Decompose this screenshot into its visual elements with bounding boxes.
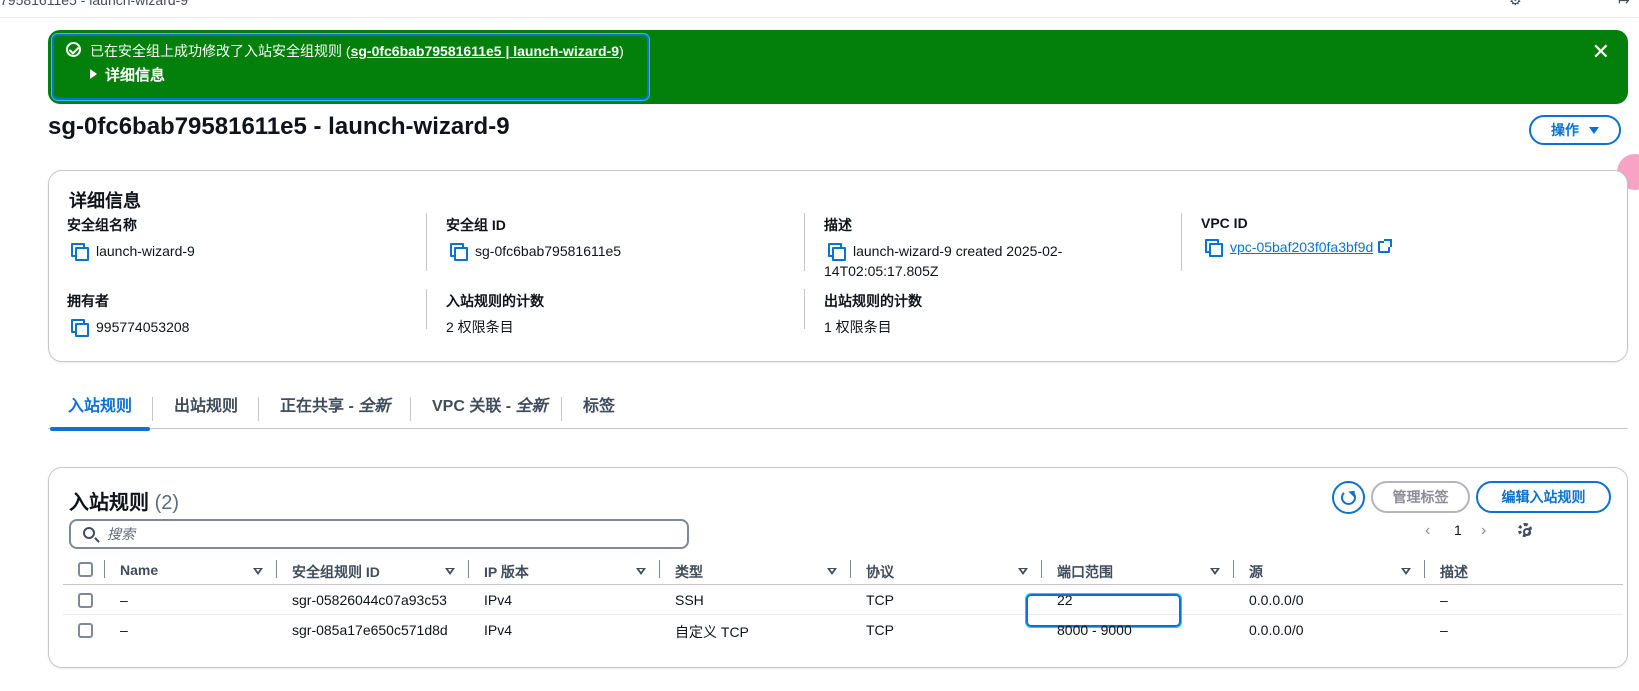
cell-ip-version: IPv4 [484,592,513,608]
cell-type: SSH [675,592,704,608]
caret-down-icon [1589,127,1599,134]
search-icon [83,527,95,539]
sort-icon[interactable] [445,568,455,575]
row-checkbox[interactable] [78,623,93,638]
rules-heading: 入站规则 (2) [69,492,180,514]
sort-icon[interactable] [827,568,837,575]
cell-rule-id: sgr-085a17e650c571d8d [292,622,448,638]
tab-outbound-rules[interactable]: 出站规则 [174,386,238,429]
col-header-protocol[interactable]: 协议 [866,562,894,582]
cell-rule-id: sgr-05826044c07a93c53 [292,592,447,608]
chevron-right-icon[interactable]: › [1481,522,1486,540]
tab-vpc-associations[interactable]: VPC 关联 - 全新 [432,386,548,429]
col-header-description[interactable]: 描述 [1440,562,1468,582]
col-header-port-range[interactable]: 端口范围 [1057,562,1113,582]
col-header-rule-id[interactable]: 安全组规则 ID [292,562,380,582]
select-all-checkbox[interactable] [78,562,93,577]
refresh-icon [1341,490,1356,505]
inbound-rules-card: 入站规则 (2) 管理标签 编辑入站规则 ‹ 1 › Name 安全组规则 ID… [48,467,1628,668]
page-number[interactable]: 1 [1454,522,1462,538]
field-description: 描述 launch-wizard-9 created 2025-02-14T02… [824,217,1063,279]
col-header-name[interactable]: Name [120,562,158,578]
chevron-left-icon[interactable]: ‹ [1425,522,1430,540]
cell-protocol: TCP [866,622,894,638]
field-group-id: 安全组 ID sg-0fc6bab79581611e5 [446,217,622,261]
sign-out-icon[interactable]: ↦ [1618,0,1630,9]
close-icon[interactable]: ✕ [1592,41,1610,63]
cell-name: – [120,622,128,638]
vpc-id-link[interactable]: vpc-05baf203f0fa3bf9d [1230,239,1373,255]
col-header-type[interactable]: 类型 [675,562,703,582]
field-inbound-count: 入站规则的计数 2 权限条目 [446,293,544,335]
sort-icon[interactable] [253,568,263,575]
refresh-button[interactable] [1332,481,1365,514]
details-card: 详细信息 安全组名称 launch-wizard-9 安全组 ID sg-0fc… [48,170,1628,362]
col-header-source[interactable]: 源 [1249,562,1263,582]
success-check-icon [66,42,81,57]
tab-inbound-rules[interactable]: 入站规则 [49,386,151,431]
col-header-ip-version[interactable]: IP 版本 [484,562,529,582]
field-vpc-id: VPC ID vpc-05baf203f0fa3bf9d [1201,215,1561,257]
top-bar: 79581611e5 - launch-wizard-9 ⚙ ↦ [0,0,1639,18]
tab-bar: 入站规则 出站规则 正在共享 - 全新 VPC 关联 - 全新 标签 [48,386,1628,431]
expand-triangle-icon [90,69,97,79]
cell-description: – [1440,622,1448,638]
success-flash-banner: 已在安全组上成功修改了入站安全组规则 (sg-0fc6bab79581611e5… [48,30,1628,104]
field-outbound-count: 出站规则的计数 1 权限条目 [824,293,922,335]
cell-description: – [1440,592,1448,608]
copy-icon[interactable] [450,243,468,261]
cell-source: 0.0.0.0/0 [1249,592,1304,608]
sort-icon[interactable] [1210,568,1220,575]
flash-message: 已在安全组上成功修改了入站安全组规则 (sg-0fc6bab79581611e5… [90,43,624,59]
cell-type: 自定义 TCP [675,624,749,640]
search-box [69,519,689,549]
field-owner: 拥有者 995774053208 [67,293,190,337]
cell-protocol: TCP [866,592,894,608]
edit-inbound-rules-button[interactable]: 编辑入站规则 [1476,481,1611,513]
rules-count: (2) [154,492,180,514]
tab-sharing[interactable]: 正在共享 - 全新 [280,386,390,429]
row-checkbox[interactable] [78,593,93,608]
settings-icon[interactable]: ⚙ [1509,0,1522,9]
flash-details-toggle[interactable]: 详细信息 [90,64,165,85]
table-settings-icon[interactable] [1518,523,1532,537]
details-title: 详细信息 [69,191,141,211]
cell-source: 0.0.0.0/0 [1249,622,1304,638]
copy-icon[interactable] [1205,239,1223,257]
tab-tags[interactable]: 标签 [583,386,615,429]
field-group-name: 安全组名称 launch-wizard-9 [67,217,195,261]
manage-tags-button[interactable]: 管理标签 [1371,481,1470,513]
cell-ip-version: IPv4 [484,622,513,638]
cell-name: – [120,592,128,608]
page-title: sg-0fc6bab79581611e5 - launch-wizard-9 [48,113,510,140]
actions-button[interactable]: 操作 [1529,115,1621,145]
breadcrumb: 79581611e5 - launch-wizard-9 [0,0,189,8]
sort-icon[interactable] [1401,568,1411,575]
copy-icon[interactable] [71,243,89,261]
search-input[interactable] [105,524,675,544]
cell-port-range[interactable]: 8000 - 9000 [1057,622,1132,638]
external-link-icon [1378,239,1393,253]
security-group-link[interactable]: sg-0fc6bab79581611e5 | launch-wizard-9 [351,43,620,59]
copy-icon[interactable] [828,243,846,261]
sort-icon[interactable] [1018,568,1028,575]
copy-icon[interactable] [71,319,89,337]
sort-icon[interactable] [636,568,646,575]
